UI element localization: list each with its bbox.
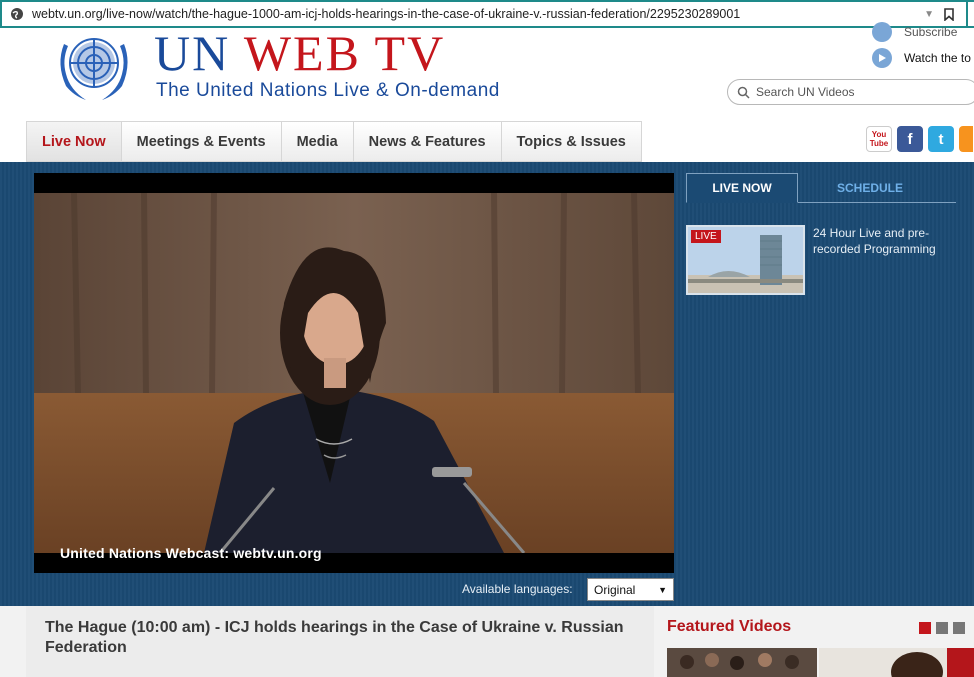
main-nav: Live Now Meetings & Events Media News & … bbox=[26, 121, 642, 162]
video-title: The Hague (10:00 am) - ICJ holds hearing… bbox=[45, 619, 624, 656]
nav-tab-news-features[interactable]: News & Features bbox=[353, 121, 502, 162]
title-un: UN bbox=[154, 25, 231, 81]
languages-label: Available languages: bbox=[462, 582, 573, 596]
live-channel-description[interactable]: 24 Hour Live and pre-recorded Programmin… bbox=[813, 225, 963, 257]
nav-tab-topics-issues[interactable]: Topics & Issues bbox=[501, 121, 642, 162]
url-text[interactable]: webtv.un.org/live-now/watch/the-hague-10… bbox=[32, 7, 914, 21]
pager-dot-1[interactable] bbox=[919, 622, 931, 634]
youtube-label: You Tube bbox=[869, 130, 889, 148]
pager-dot-3[interactable] bbox=[953, 622, 965, 634]
facebook-label: f bbox=[907, 130, 913, 148]
twitter-label: t bbox=[938, 130, 944, 148]
youtube-icon[interactable]: You Tube bbox=[866, 126, 892, 152]
play-icon bbox=[872, 48, 892, 68]
live-channel-thumbnail[interactable]: LIVE bbox=[686, 225, 805, 295]
nav-tab-live-now[interactable]: Live Now bbox=[26, 121, 122, 162]
social-links: You Tube f t bbox=[866, 126, 973, 152]
site-title[interactable]: UN WEB TV bbox=[154, 24, 445, 82]
browser-url-bar[interactable]: webtv.un.org/live-now/watch/the-hague-10… bbox=[0, 0, 970, 28]
featured-pager bbox=[919, 622, 965, 634]
title-tv: TV bbox=[374, 25, 446, 81]
nav-tab-media[interactable]: Media bbox=[281, 121, 354, 162]
title-web: WEB bbox=[243, 25, 361, 81]
rss-icon[interactable] bbox=[959, 126, 973, 152]
facebook-icon[interactable]: f bbox=[897, 126, 923, 152]
un-emblem-logo[interactable] bbox=[48, 30, 140, 104]
subscribe-label: Subscribe bbox=[904, 25, 958, 39]
url-dropdown-icon[interactable]: ▼ bbox=[924, 9, 934, 20]
search-box[interactable] bbox=[727, 79, 974, 105]
watch-link[interactable]: Watch the to bbox=[872, 48, 971, 68]
search-icon[interactable] bbox=[737, 86, 750, 99]
chevron-down-icon: ▼ bbox=[658, 584, 667, 595]
featured-video-thumb-1[interactable] bbox=[667, 648, 817, 677]
live-badge: LIVE bbox=[691, 230, 721, 243]
watch-label: Watch the to bbox=[904, 51, 971, 65]
search-input[interactable] bbox=[756, 85, 956, 99]
bookmark-icon[interactable] bbox=[944, 7, 954, 21]
url-bar-edge bbox=[966, 0, 974, 28]
featured-videos-heading: Featured Videos bbox=[667, 618, 792, 635]
tab-schedule[interactable]: SCHEDULE bbox=[798, 173, 942, 203]
nav-tab-meetings-events[interactable]: Meetings & Events bbox=[121, 121, 282, 162]
language-select[interactable]: Original ▼ bbox=[587, 578, 674, 601]
sidebar-tabs: LIVE NOW SCHEDULE bbox=[686, 173, 956, 203]
site-tagline: The United Nations Live & On-demand bbox=[156, 80, 500, 101]
webcast-overlay-text: United Nations Webcast: webtv.un.org bbox=[60, 545, 322, 561]
tab-live-now[interactable]: LIVE NOW bbox=[686, 173, 798, 203]
subscribe-link[interactable]: Subscribe bbox=[872, 22, 957, 42]
twitter-icon[interactable]: t bbox=[928, 126, 954, 152]
video-player[interactable]: United Nations Webcast: webtv.un.org bbox=[34, 173, 674, 573]
featured-video-thumb-2[interactable] bbox=[819, 648, 974, 677]
site-header: UN WEB TV The United Nations Live & On-d… bbox=[0, 22, 974, 120]
pager-dot-2[interactable] bbox=[936, 622, 948, 634]
language-selected: Original bbox=[594, 582, 636, 597]
site-info-icon[interactable] bbox=[10, 7, 24, 21]
subscribe-icon bbox=[872, 22, 892, 42]
video-frame[interactable] bbox=[34, 193, 674, 553]
